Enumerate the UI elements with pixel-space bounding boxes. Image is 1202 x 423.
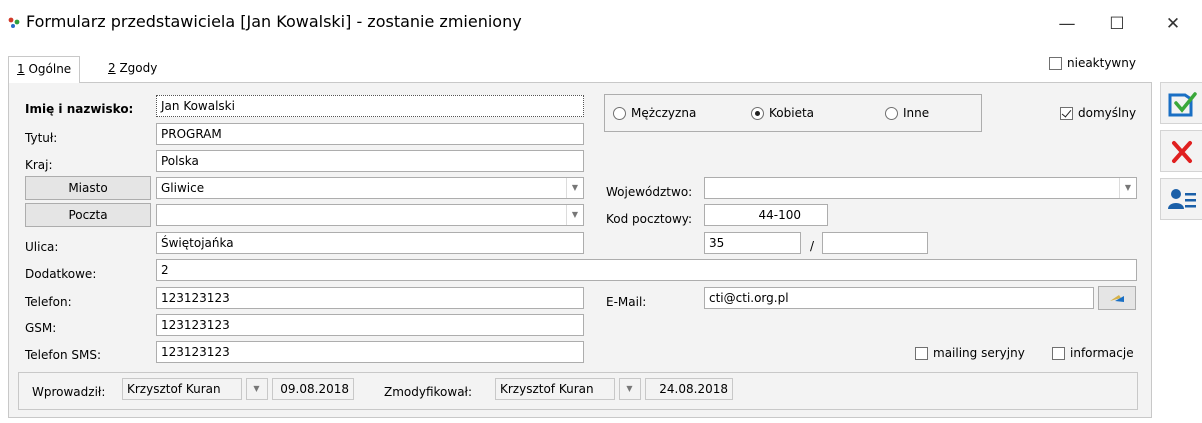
post-office-combo[interactable]: ▼ (156, 204, 584, 226)
gsm-label: GSM: (25, 321, 57, 335)
default-label: domyślny (1078, 106, 1137, 120)
sms-input[interactable]: 123123123 (156, 341, 584, 363)
extra-label: Dodatkowe: (25, 267, 97, 281)
save-disk-check-icon (1168, 92, 1197, 117)
window-title: Formularz przedstawiciela [Jan Kowalski]… (26, 12, 522, 31)
name-label: Imię i nazwisko: (25, 102, 134, 116)
sms-label: Telefon SMS: (25, 348, 102, 362)
postcode-input[interactable]: 44-100 (704, 204, 828, 226)
other-label: Inne (903, 106, 930, 120)
gender-option-female[interactable]: Kobieta (751, 106, 814, 120)
modified-by-label: Zmodyfikował: (384, 385, 473, 399)
email-label: E-Mail: (606, 295, 647, 309)
cancel-x-icon (1172, 141, 1192, 163)
country-label: Kraj: (25, 158, 53, 172)
entered-by-field: Krzysztof Kuran (122, 378, 242, 400)
chevron-down-icon: ▼ (253, 384, 260, 393)
street-label: Ulica: (25, 240, 59, 254)
chevron-down-icon[interactable]: ▼ (566, 205, 583, 225)
street-input[interactable]: Świętojańka (156, 232, 584, 254)
postcode-label: Kod pocztowy: (606, 212, 693, 226)
name-input[interactable]: Jan Kowalski (156, 95, 584, 117)
gender-option-male[interactable]: Mężczyzna (613, 106, 696, 120)
phone-input[interactable]: 123123123 (156, 287, 584, 309)
tab-general-label: Ogólne (24, 62, 72, 76)
gsm-input[interactable]: 123123123 (156, 314, 584, 336)
mailing-label: mailing seryjny (933, 346, 1025, 360)
tab-consents-label: Zgody (115, 61, 158, 75)
modified-by-field: Krzysztof Kuran (495, 378, 615, 400)
inactive-checkbox-box[interactable] (1049, 56, 1062, 70)
female-radio[interactable] (751, 106, 764, 120)
maximize-button[interactable]: ☐ (1094, 8, 1140, 40)
tab-consents-hotkey: 2 (108, 61, 116, 75)
close-window-button[interactable]: ✕ (1150, 8, 1196, 40)
voivodeship-label: Województwo: (606, 185, 693, 199)
entered-by-label: Wprowadził: (32, 385, 106, 399)
city-button[interactable]: Miasto (25, 176, 151, 200)
chevron-down-icon: ▼ (626, 384, 633, 393)
city-combo[interactable]: Gliwice ▼ (156, 177, 584, 199)
voivodeship-combo[interactable]: ▼ (704, 177, 1137, 199)
default-checkbox-box[interactable] (1060, 106, 1073, 120)
info-checkbox[interactable]: informacje (1052, 346, 1134, 360)
minimize-button[interactable]: — (1044, 8, 1090, 40)
phone-label: Telefon: (25, 295, 72, 309)
female-label: Kobieta (769, 106, 815, 120)
male-label: Mężczyzna (631, 106, 697, 120)
mailing-checkbox-box[interactable] (915, 346, 928, 360)
info-label: informacje (1070, 346, 1134, 360)
email-send-icon (1110, 295, 1124, 302)
title-input[interactable]: PROGRAM (156, 123, 584, 145)
save-button[interactable] (1160, 82, 1202, 124)
info-checkbox-box[interactable] (1052, 346, 1065, 360)
title-bar: Formularz przedstawiciela [Jan Kowalski]… (0, 0, 1202, 48)
chevron-down-icon[interactable]: ▼ (1119, 178, 1136, 198)
mailing-checkbox[interactable]: mailing seryjny (915, 346, 1025, 360)
contact-card-icon (1168, 189, 1196, 209)
tab-consents[interactable]: 2 Zgody (100, 56, 165, 83)
cancel-button[interactable] (1160, 130, 1202, 172)
tab-general-hotkey: 1 (17, 62, 25, 76)
modified-date-field: 24.08.2018 (645, 378, 733, 400)
title-label: Tytuł: (25, 131, 58, 145)
extra-input[interactable]: 2 (156, 259, 1137, 281)
chevron-down-icon[interactable]: ▼ (566, 178, 583, 198)
send-email-button[interactable] (1098, 286, 1136, 310)
default-checkbox[interactable]: domyślny (1060, 106, 1136, 120)
gender-group: Mężczyzna Kobieta Inne (604, 94, 982, 132)
country-input[interactable]: Polska (156, 150, 584, 172)
app-logo-icon (8, 16, 22, 30)
inactive-checkbox[interactable]: nieaktywny (1049, 54, 1136, 72)
male-radio[interactable] (613, 106, 626, 120)
other-radio[interactable] (885, 106, 898, 120)
number-separator: / (810, 239, 815, 253)
post-office-button[interactable]: Poczta (25, 203, 151, 227)
modified-by-dropdown: ▼ (619, 378, 641, 400)
house-number-input[interactable]: 35 (704, 232, 801, 254)
inactive-label: nieaktywny (1067, 56, 1136, 70)
entered-date-field: 09.08.2018 (272, 378, 354, 400)
gender-option-other[interactable]: Inne (885, 106, 929, 120)
email-input[interactable]: cti@cti.org.pl (704, 287, 1094, 309)
apartment-number-input[interactable] (822, 232, 928, 254)
tab-general[interactable]: 1 Ogólne (8, 56, 81, 83)
city-value: Gliwice (161, 181, 205, 195)
entered-by-dropdown: ▼ (246, 378, 268, 400)
contact-card-button[interactable] (1160, 178, 1202, 220)
